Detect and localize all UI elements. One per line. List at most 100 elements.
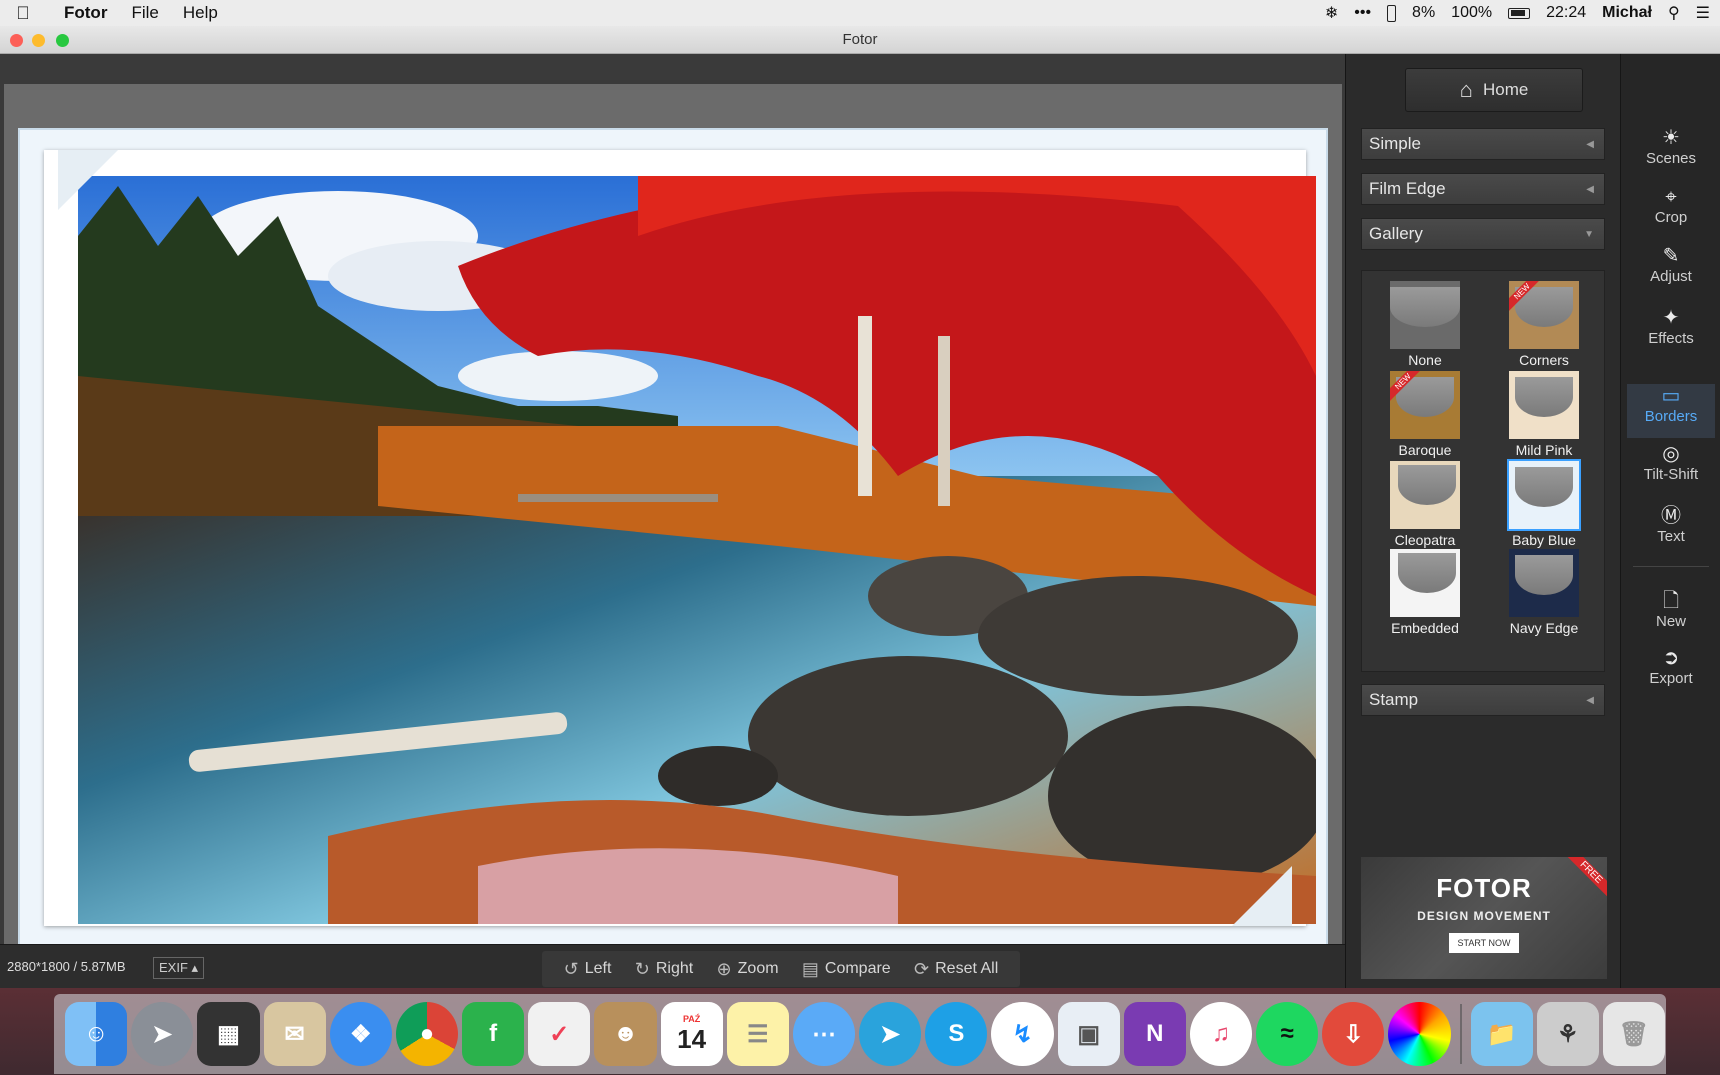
exif-button[interactable]: EXIF ▴ bbox=[153, 957, 205, 979]
compare-label: Compare bbox=[824, 960, 891, 977]
ad-start-now-button[interactable]: START NOW bbox=[1449, 933, 1519, 953]
onenote-icon[interactable]: N bbox=[1123, 1002, 1186, 1066]
downloads-folder-icon[interactable]: 📁 bbox=[1470, 1002, 1533, 1066]
gallery-item-cleopatra[interactable]: Cleopatra bbox=[1368, 461, 1482, 548]
messenger-icon[interactable]: ↯ bbox=[991, 1002, 1054, 1066]
telegram-icon[interactable]: ➤ bbox=[859, 1002, 922, 1066]
zoom-button[interactable]: ⊕ Zoom bbox=[717, 959, 779, 980]
menu-help[interactable]: Help bbox=[171, 3, 230, 23]
tool-tilt-shift-label: Tilt-Shift bbox=[1643, 466, 1699, 483]
downloader-icon[interactable]: ⇩ bbox=[1322, 1002, 1385, 1066]
reset-all-label: Reset All bbox=[935, 960, 999, 977]
pocket-icon[interactable]: ✓ bbox=[528, 1002, 591, 1066]
pencil-icon: ✎ bbox=[1662, 245, 1680, 267]
chrome-icon[interactable]: ● bbox=[395, 1002, 459, 1066]
collapse-arrow-icon: ◀ bbox=[1586, 138, 1594, 150]
menu-file[interactable]: File bbox=[119, 3, 170, 23]
gallery-item-navy-edge[interactable]: Navy Edge bbox=[1487, 549, 1601, 636]
frame-corner-bottom-right bbox=[1232, 866, 1292, 926]
tool-tilt-shift[interactable]: ◎ Tilt-Shift bbox=[1627, 442, 1715, 496]
gallery-item-baby-blue[interactable]: Baby Blue bbox=[1487, 459, 1601, 548]
gallery-item-label: Baby Blue bbox=[1512, 532, 1576, 548]
calendar-icon[interactable]: PAŹ 14 bbox=[660, 1002, 723, 1066]
notes-icon[interactable]: ☰ bbox=[726, 1002, 789, 1066]
baby-blue-border-frame bbox=[18, 128, 1328, 950]
dropbox-icon[interactable]: ❄ bbox=[1325, 3, 1338, 23]
trash-icon[interactable]: 🗑 bbox=[1602, 1002, 1666, 1066]
canvas-workspace bbox=[4, 84, 1342, 994]
gallery-item-corners[interactable]: NEW Corners bbox=[1487, 281, 1601, 368]
gallery-item-baroque[interactable]: NEW Baroque bbox=[1368, 371, 1482, 458]
launchpad-icon[interactable]: ➤ bbox=[131, 1002, 194, 1066]
feedly-icon[interactable]: f bbox=[462, 1002, 525, 1066]
close-window-button[interactable] bbox=[10, 34, 23, 47]
border-preview bbox=[1390, 281, 1460, 349]
bottom-toolbar: 2880*1800 / 5.87MB EXIF ▴ ↺ Left ↻ Right ⊕… bbox=[0, 944, 1345, 988]
user-name[interactable]: Michał bbox=[1602, 4, 1652, 22]
mail-icon[interactable]: ✉ bbox=[263, 1002, 326, 1066]
color-picker-icon[interactable] bbox=[1388, 1002, 1451, 1066]
sun-icon: ☀ bbox=[1662, 127, 1680, 149]
tool-text[interactable]: Ⓜ Text bbox=[1627, 504, 1715, 558]
tool-effects[interactable]: ✦ Effects bbox=[1627, 306, 1715, 360]
canvas-tools: ↺ Left ↻ Right ⊕ Zoom ▤ Compare ⟳ Reset All bbox=[542, 951, 1020, 987]
section-simple[interactable]: Simple ◀ bbox=[1361, 128, 1605, 160]
gallery-item-none[interactable]: None bbox=[1368, 281, 1482, 368]
dock-separator bbox=[1459, 1004, 1462, 1064]
calendar-month: PAŹ bbox=[682, 1013, 701, 1024]
battery-icon[interactable] bbox=[1508, 7, 1531, 19]
itunes-icon[interactable]: ♫ bbox=[1189, 1002, 1253, 1066]
phone-battery-icon[interactable] bbox=[1387, 4, 1397, 22]
maximize-window-button[interactable] bbox=[56, 34, 69, 47]
minimize-window-button[interactable] bbox=[32, 34, 45, 47]
zoom-label: Zoom bbox=[737, 960, 779, 977]
home-button[interactable]: ⌂ Home bbox=[1405, 68, 1583, 112]
borders-panel: ⌂ Home Simple ◀ Film Edge ◀ Gallery ▼ No… bbox=[1345, 54, 1620, 990]
tool-borders[interactable]: ▭ Borders bbox=[1627, 384, 1715, 438]
tool-new[interactable]: 🗋 New bbox=[1627, 589, 1715, 643]
documents-stack-icon[interactable]: ⚘ bbox=[1536, 1002, 1599, 1066]
spotify-icon[interactable]: ≈ bbox=[1256, 1002, 1319, 1066]
gallery-item-label: Baroque bbox=[1398, 442, 1452, 458]
gallery-grid: None NEW Corners NEW Baroque Mild Pink C… bbox=[1361, 270, 1605, 672]
more-dots-icon[interactable]: ••• bbox=[1354, 4, 1371, 22]
gallery-item-embedded[interactable]: Embedded bbox=[1368, 549, 1482, 636]
menu-app-name[interactable]: Fotor bbox=[46, 3, 119, 23]
spotlight-search-icon[interactable]: ⚲ bbox=[1668, 3, 1680, 23]
reset-icon: ⟳ bbox=[914, 958, 930, 979]
notification-center-icon[interactable]: ☰ bbox=[1696, 3, 1710, 23]
fotor-design-ad[interactable]: FOTOR DESIGN MOVEMENT START NOW FREE bbox=[1361, 857, 1607, 979]
tool-adjust[interactable]: ✎ Adjust bbox=[1627, 244, 1715, 298]
gallery-item-mild-pink[interactable]: Mild Pink bbox=[1487, 371, 1601, 458]
section-gallery[interactable]: Gallery ▼ bbox=[1361, 218, 1605, 250]
tool-export[interactable]: ➲ Export bbox=[1627, 646, 1715, 700]
skype-icon[interactable]: S bbox=[925, 1002, 988, 1066]
section-film-edge-label: Film Edge bbox=[1369, 179, 1446, 198]
rotate-left-button[interactable]: ↺ Left bbox=[564, 959, 612, 980]
clock[interactable]: 22:24 bbox=[1546, 4, 1586, 22]
rotate-right-button[interactable]: ↻ Right bbox=[635, 959, 693, 980]
border-preview bbox=[1507, 459, 1581, 531]
preview-icon[interactable]: ▣ bbox=[1057, 1002, 1120, 1066]
tool-scenes[interactable]: ☀ Scenes bbox=[1627, 126, 1715, 180]
photo-slideshow-icon[interactable]: ▦ bbox=[197, 1002, 260, 1066]
reset-all-button[interactable]: ⟳ Reset All bbox=[914, 959, 998, 980]
tool-crop[interactable]: ⌖ Crop bbox=[1627, 185, 1715, 239]
target-icon: ◎ bbox=[1662, 443, 1680, 465]
image-info: 2880*1800 / 5.87MB bbox=[7, 959, 126, 974]
contacts-icon[interactable]: ☻ bbox=[594, 1002, 657, 1066]
gallery-item-label: Navy Edge bbox=[1509, 620, 1579, 636]
section-stamp[interactable]: Stamp ◀ bbox=[1361, 684, 1605, 716]
finder-icon[interactable]: ☺ bbox=[65, 1002, 128, 1066]
export-icon: ➲ bbox=[1662, 647, 1680, 669]
messages-icon[interactable]: ⋯ bbox=[792, 1002, 856, 1066]
safari-icon[interactable]: ❖ bbox=[329, 1002, 392, 1066]
ad-title: FOTOR bbox=[1436, 873, 1532, 903]
rotate-right-icon: ↻ bbox=[634, 958, 650, 979]
apple-logo-icon[interactable]:  bbox=[0, 3, 46, 24]
edited-photo[interactable] bbox=[78, 176, 1316, 924]
text-icon: Ⓜ bbox=[1661, 505, 1681, 527]
dock: ☺ ➤ ▦ ✉ ❖ ● f ✓ ☻ PAŹ 14 ☰ ⋯ ➤ S ↯ ▣ N ♫… bbox=[54, 994, 1666, 1074]
section-film-edge[interactable]: Film Edge ◀ bbox=[1361, 173, 1605, 205]
compare-button[interactable]: ▤ Compare bbox=[802, 959, 891, 980]
